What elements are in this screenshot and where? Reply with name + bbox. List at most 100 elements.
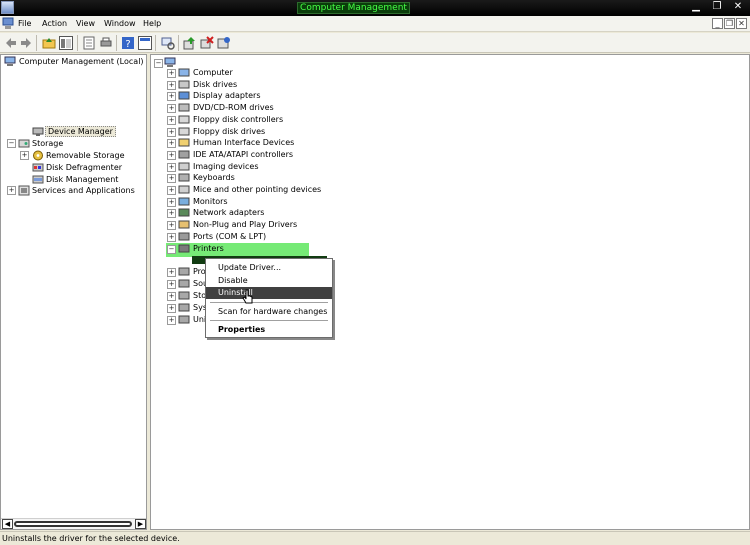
device-category-row[interactable]: Ports (COM & LPT) [193,231,266,242]
device-category-expander[interactable]: + [167,292,176,301]
device-category-expander[interactable]: + [167,233,176,242]
device-category-row[interactable]: Network adapters [193,207,264,218]
expand-services-applications[interactable]: + [7,186,16,195]
mmc-menu-icon[interactable] [2,17,14,30]
console-view-icon[interactable] [138,36,152,50]
update-driver-icon[interactable] [183,36,197,50]
toolbar-separator [178,35,179,51]
device-category-icon [178,244,190,253]
scroll-thumb[interactable] [14,521,132,527]
scroll-left-arrow-icon[interactable]: ◀ [2,519,13,529]
expand-removable-storage[interactable]: + [20,151,29,160]
device-category-icon [178,208,190,217]
tree-node-services-applications[interactable]: Services and Applications [32,185,135,196]
device-category-row[interactable]: Imaging devices [193,161,259,172]
device-category-expander[interactable]: + [167,139,176,148]
minimize-button[interactable]: ▁ [687,1,705,14]
mdi-minimize-button[interactable]: _ [712,18,723,29]
device-category-expander[interactable]: + [167,104,176,113]
device-category-row[interactable]: IDE ATA/ATAPI controllers [193,149,293,160]
menu-view[interactable]: View [76,18,95,30]
tree-root-label[interactable]: Computer Management (Local) [19,56,144,67]
device-category-icon [178,162,190,171]
device-category-icon [178,103,190,112]
device-category-expander[interactable]: + [167,128,176,137]
mdi-restore-button[interactable]: ❐ [724,18,735,29]
device-category-icon [178,80,190,89]
device-category-expander[interactable]: − [167,245,176,254]
device-category-icon [178,115,190,124]
ctx-disable[interactable]: Disable [206,275,332,287]
hand-pointer-cursor-icon [242,289,253,304]
device-category-row[interactable]: Human Interface Devices [193,137,294,148]
device-category-row[interactable]: Disk drives [193,79,237,90]
menu-file[interactable]: File [18,18,31,30]
device-category-row[interactable]: Mice and other pointing devices [193,184,321,195]
device-category-row[interactable]: Computer [193,67,233,78]
tree-node-removable-storage[interactable]: Removable Storage [46,150,125,161]
device-category-row[interactable]: Non-Plug and Play Drivers [193,219,297,230]
scan-hardware-icon[interactable] [161,36,175,50]
device-category-expander[interactable]: + [167,92,176,101]
device-category-expander[interactable]: + [167,198,176,207]
computer-management-window: Computer Management ▁ ❐ ✕ File Action Vi… [0,0,750,545]
tree-node-storage[interactable]: Storage [32,138,63,149]
device-category-expander[interactable]: + [167,268,176,277]
back-arrow-icon[interactable] [4,36,18,50]
device-category-icon [178,291,190,300]
expand-collapse-storage[interactable]: − [7,139,16,148]
forward-arrow-icon[interactable] [19,36,33,50]
mdi-close-button[interactable]: ✕ [736,18,747,29]
device-category-row[interactable]: Floppy disk drives [193,126,265,137]
close-button[interactable]: ✕ [729,1,747,14]
uninstall-icon[interactable] [200,36,214,50]
ctx-scan-hardware[interactable]: Scan for hardware changes [206,306,332,318]
device-category-row[interactable]: Keyboards [193,172,235,183]
device-category-expander[interactable]: + [167,209,176,218]
menu-window[interactable]: Window [104,18,136,30]
disk-management-icon [32,175,44,184]
device-category-expander[interactable]: + [167,116,176,125]
collapse-computer-root[interactable]: − [154,59,163,68]
toolbar-separator [155,35,156,51]
ctx-properties[interactable]: Properties [206,324,332,336]
device-category-row[interactable]: Floppy disk controllers [193,114,283,125]
device-category-row[interactable]: Display adapters [193,90,261,101]
device-category-row[interactable]: Monitors [193,196,228,207]
device-category-expander[interactable]: + [167,186,176,195]
device-category-row[interactable]: Printers [193,243,224,254]
device-category-expander[interactable]: + [167,163,176,172]
tree-node-disk-defragmenter[interactable]: Disk Defragmenter [46,162,122,173]
device-category-icon [178,68,190,77]
device-category-expander[interactable]: + [167,81,176,90]
tree-node-device-manager[interactable]: Device Manager [45,126,116,137]
scroll-right-arrow-icon[interactable]: ▶ [135,519,146,529]
device-category-expander[interactable]: + [167,280,176,289]
device-category-expander[interactable]: + [167,316,176,325]
menu-action[interactable]: Action [42,18,67,30]
show-hide-tree-icon[interactable] [59,36,73,50]
device-category-row-partial[interactable]: Pro [193,266,206,277]
disable-device-icon[interactable] [217,36,231,50]
tree-node-disk-management[interactable]: Disk Management [46,174,118,185]
print-icon[interactable] [99,36,113,50]
toolbar-separator [116,35,117,51]
ctx-update-driver[interactable]: Update Driver... [206,262,332,274]
ctx-uninstall[interactable]: Uninstall [206,287,332,299]
device-category-expander[interactable]: + [167,151,176,160]
restore-button[interactable]: ❐ [708,1,726,14]
device-category-expander[interactable]: + [167,304,176,313]
device-category-icon [178,279,190,288]
device-category-icon [178,91,190,100]
device-category-icon [178,315,190,324]
title-bar: Computer Management ▁ ❐ ✕ [0,0,750,16]
left-pane-horizontal-scrollbar[interactable]: ◀ ▶ [1,518,146,529]
device-category-row[interactable]: DVD/CD-ROM drives [193,102,274,113]
menu-help[interactable]: Help [143,18,161,30]
help-icon[interactable]: ? [121,36,135,50]
properties-icon[interactable] [82,36,96,50]
device-category-expander[interactable]: + [167,174,176,183]
device-category-expander[interactable]: + [167,221,176,230]
device-category-expander[interactable]: + [167,69,176,78]
up-folder-icon[interactable] [42,36,56,50]
